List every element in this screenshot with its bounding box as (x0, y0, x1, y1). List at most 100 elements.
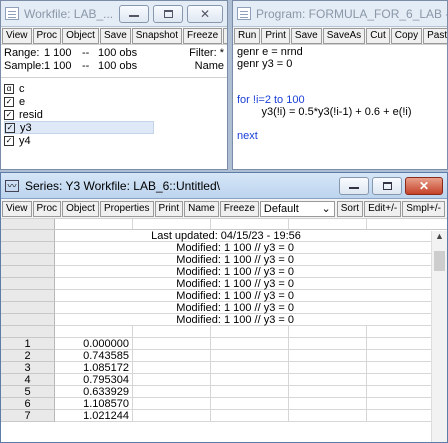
workfile-object-c[interactable]: αc (4, 82, 224, 95)
series-print-button[interactable]: Print (154, 200, 184, 217)
filter-text[interactable]: Filter: * (158, 47, 224, 60)
row-number[interactable] (1, 230, 55, 242)
empty-cell[interactable] (289, 386, 367, 398)
value-cell[interactable]: 1.108570 (55, 398, 133, 410)
value-cell[interactable]: 1.085172 (55, 362, 133, 374)
program-editor[interactable]: genr e = nrnd genr y3 = 0 for !i=2 to 100 … (233, 45, 447, 143)
series-grid[interactable]: Last updated: 04/15/23 - 19:56 Modified: … (1, 230, 447, 422)
program-titlebar[interactable]: Program: FORMULA_FOR_6_LAB - (d (233, 1, 447, 27)
empty-cell[interactable] (289, 398, 367, 410)
empty-cell[interactable] (289, 350, 367, 362)
series-window[interactable]: 〰 Series: Y3 Workfile: LAB_6::Untitled\ … (0, 172, 448, 443)
empty-cell[interactable] (133, 398, 211, 410)
row-number[interactable] (1, 290, 55, 302)
row-number[interactable] (1, 326, 55, 338)
series-proc-button[interactable]: Proc (32, 200, 62, 217)
row-number[interactable]: 3 (1, 362, 55, 374)
row-number[interactable]: 1 (1, 338, 55, 350)
value-cell[interactable]: 0.000000 (55, 338, 133, 350)
workfile-freeze-button[interactable]: Freeze (183, 27, 223, 44)
empty-cell[interactable] (289, 326, 367, 338)
name-label: Name (194, 60, 224, 72)
row-number[interactable] (1, 302, 55, 314)
value-cell[interactable]: 0.743585 (55, 350, 133, 362)
program-copy-button[interactable]: Copy (390, 27, 423, 44)
empty-cell[interactable] (133, 362, 211, 374)
empty-cell[interactable] (133, 350, 211, 362)
row-number[interactable] (1, 314, 55, 326)
program-paste-button[interactable]: Paste (423, 27, 447, 44)
display-select[interactable]: Default ⌄ (259, 200, 335, 217)
program-print-button[interactable]: Print (261, 27, 290, 44)
value-cell[interactable]: 0.795304 (55, 374, 133, 386)
workfile-object-resid[interactable]: ✓ resid (4, 108, 224, 121)
empty-cell[interactable] (211, 338, 289, 350)
workfile-view-button[interactable]: View (2, 27, 32, 44)
series-object-button[interactable]: Object (62, 200, 99, 217)
empty-cell[interactable] (211, 362, 289, 374)
empty-cell[interactable] (133, 386, 211, 398)
row-number[interactable] (1, 266, 55, 278)
empty-cell[interactable] (211, 374, 289, 386)
program-cut-button[interactable]: Cut (366, 27, 390, 44)
workfile-object-e[interactable]: ✓ e (4, 95, 224, 108)
minimize-button[interactable] (119, 5, 149, 23)
series-freeze-button[interactable]: Freeze (219, 200, 259, 217)
empty-cell[interactable] (211, 350, 289, 362)
workfile-object-y3[interactable]: ✓ y3 (4, 121, 154, 134)
value-cell[interactable]: 0.633929 (55, 386, 133, 398)
row-number[interactable] (1, 254, 55, 266)
workfile-snapshot-button[interactable]: Snapshot (131, 27, 183, 44)
range-value[interactable]: 1 100 (44, 47, 82, 60)
workfile-d-button[interactable]: D (223, 27, 227, 44)
empty-cell[interactable] (55, 326, 133, 338)
sample-value[interactable]: 1 100 (44, 60, 82, 73)
empty-cell[interactable] (211, 386, 289, 398)
empty-cell[interactable] (133, 326, 211, 338)
workfile-object-button[interactable]: Object (62, 27, 99, 44)
empty-cell[interactable] (211, 326, 289, 338)
empty-cell[interactable] (211, 410, 289, 422)
series-smpl-button[interactable]: Smpl+/- (402, 200, 445, 217)
workfile-window[interactable]: Workfile: LAB_... ✕ View Proc Object Save Sn… (0, 0, 228, 170)
scroll-up-icon[interactable]: ▲ (432, 231, 447, 245)
object-name: resid (19, 108, 43, 121)
series-sort-button[interactable]: Sort (336, 200, 364, 217)
series-edit-button[interactable]: Edit+/- (364, 200, 402, 217)
program-window[interactable]: Program: FORMULA_FOR_6_LAB - (d Run Print… (232, 0, 448, 170)
row-number[interactable] (1, 278, 55, 290)
workfile-save-button[interactable]: Save (99, 27, 131, 44)
series-minimize-button[interactable] (339, 177, 369, 195)
empty-cell[interactable] (133, 338, 211, 350)
series-view-button[interactable]: View (2, 200, 32, 217)
row-number[interactable] (1, 242, 55, 254)
row-number[interactable]: 2 (1, 350, 55, 362)
row-number[interactable]: 7 (1, 410, 55, 422)
empty-cell[interactable] (211, 398, 289, 410)
empty-cell[interactable] (289, 338, 367, 350)
workfile-proc-button[interactable]: Proc (32, 27, 62, 44)
row-number[interactable]: 4 (1, 374, 55, 386)
row-number[interactable]: 5 (1, 386, 55, 398)
series-close-button[interactable]: ✕ (405, 177, 443, 195)
program-saveas-button[interactable]: SaveAs (322, 27, 366, 44)
workfile-object-y4[interactable]: ✓ y4 (4, 134, 224, 147)
empty-cell[interactable] (289, 410, 367, 422)
series-properties-button[interactable]: Properties (99, 200, 154, 217)
scroll-thumb[interactable] (434, 251, 445, 271)
series-maximize-button[interactable] (372, 177, 402, 195)
maximize-button[interactable] (153, 5, 183, 23)
empty-cell[interactable] (133, 410, 211, 422)
program-run-button[interactable]: Run (234, 27, 261, 44)
value-cell[interactable]: 1.021244 (55, 410, 133, 422)
empty-cell[interactable] (289, 362, 367, 374)
program-save-button[interactable]: Save (290, 27, 322, 44)
series-name-button[interactable]: Name (184, 200, 219, 217)
empty-cell[interactable] (289, 374, 367, 386)
vertical-scrollbar[interactable]: ▲ (431, 231, 447, 442)
close-button[interactable]: ✕ (187, 5, 223, 23)
empty-cell[interactable] (133, 374, 211, 386)
row-number[interactable]: 6 (1, 398, 55, 410)
